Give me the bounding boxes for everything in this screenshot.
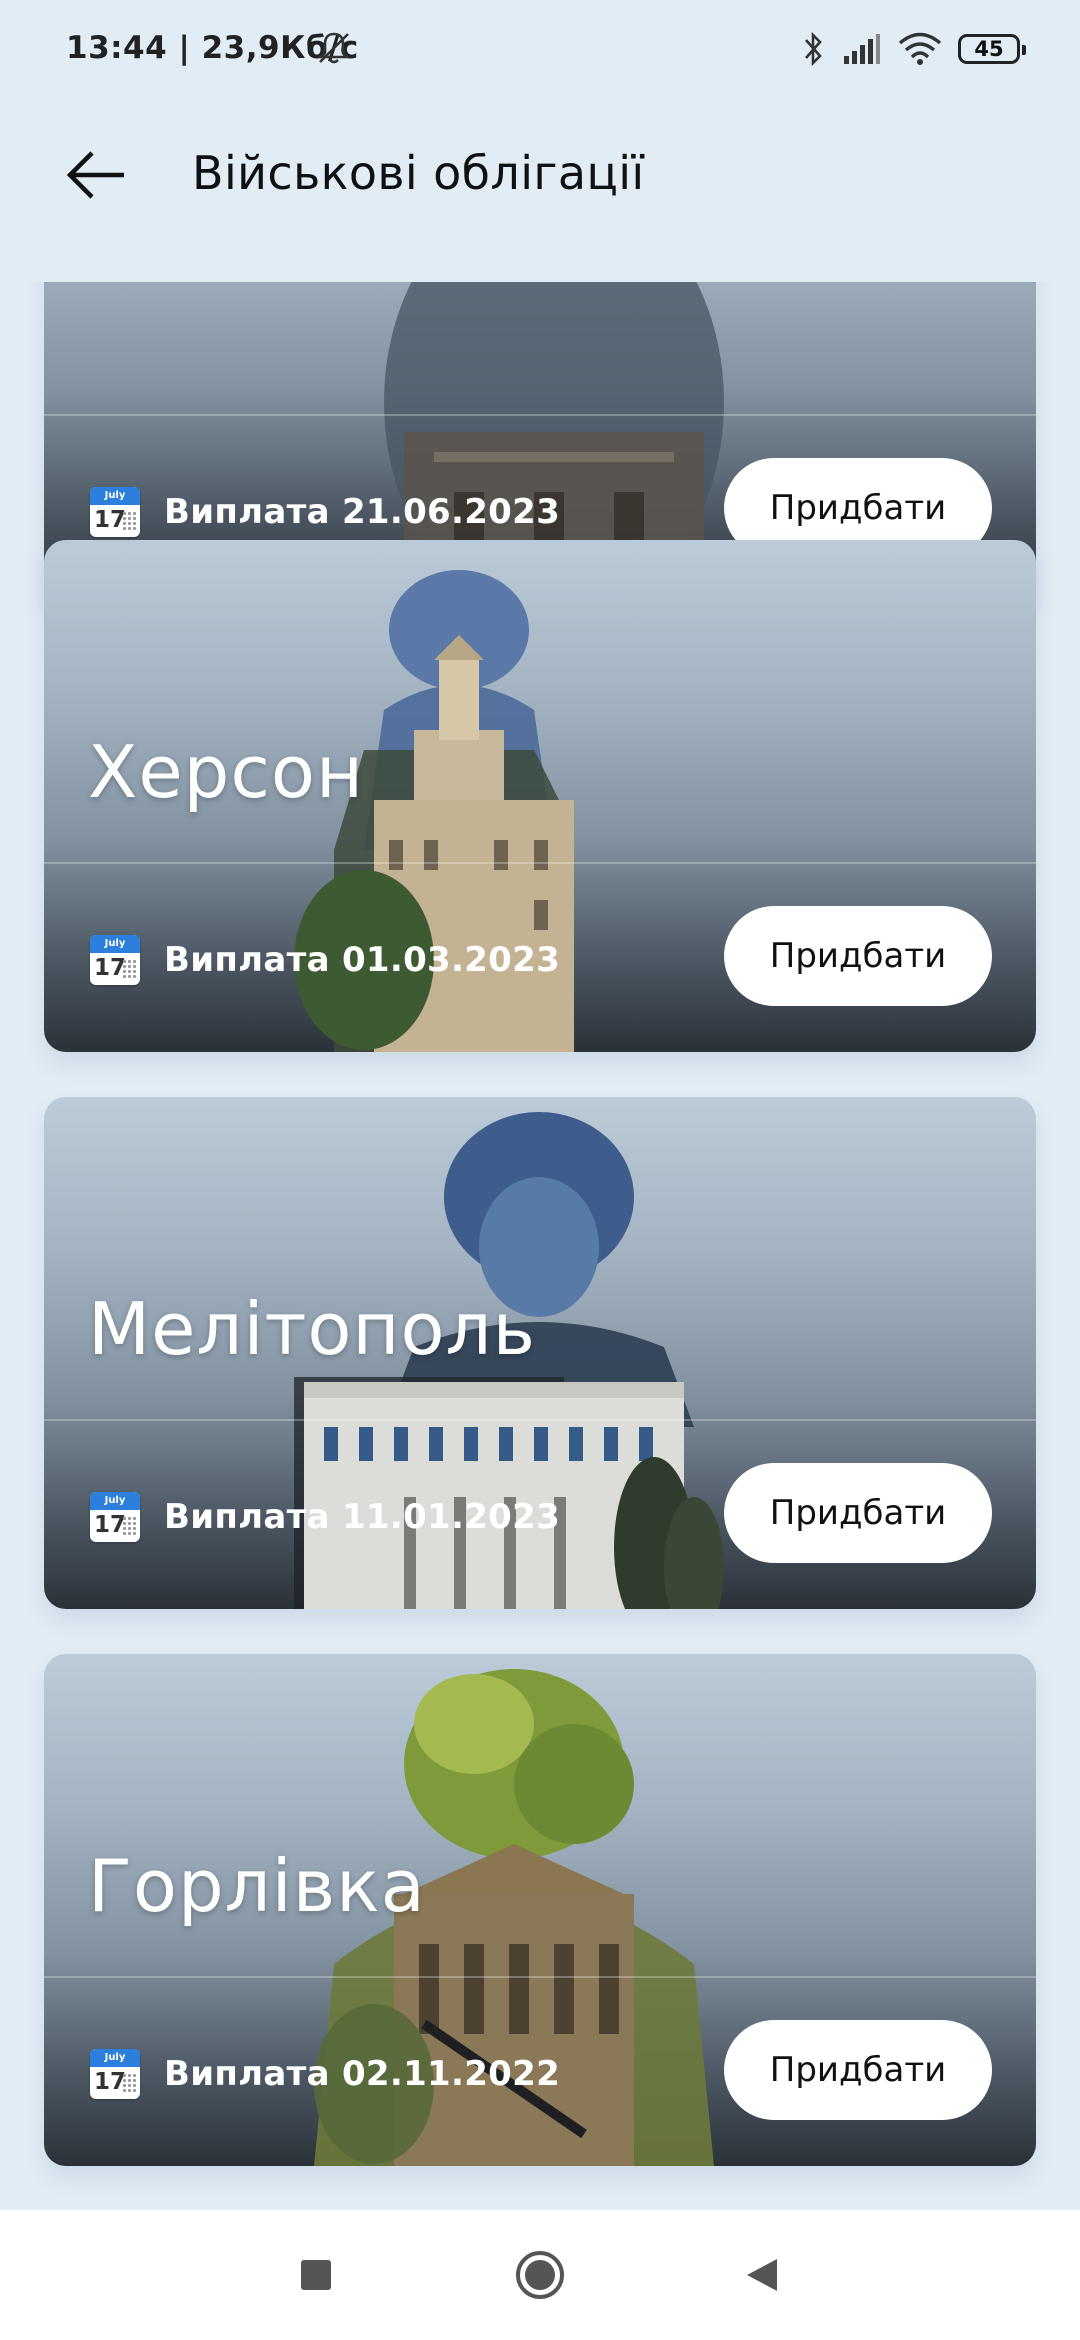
calendar-grid xyxy=(122,959,136,979)
home-button[interactable] xyxy=(500,2240,580,2310)
payout-date: Виплата 21.06.2023 xyxy=(164,492,561,532)
bell-off-icon xyxy=(317,32,351,64)
status-bar: 13:44 | 23,9Кб/с 45 xyxy=(0,0,1080,100)
bond-card-kherson[interactable]: Херсон July 17 Виплата 01.03.2023 Придба… xyxy=(44,540,1036,1052)
card-divider xyxy=(44,1419,1036,1421)
card-divider xyxy=(44,414,1036,416)
payout-date: Виплата 02.11.2022 xyxy=(164,2054,561,2094)
payout-row: July 17 Виплата 01.03.2023 xyxy=(90,930,560,990)
arrow-left-icon xyxy=(66,151,124,199)
bond-card-melitopol[interactable]: Мелітополь July 17 Виплата 11.01.2023 Пр… xyxy=(44,1097,1036,1609)
buy-button[interactable]: Придбати xyxy=(724,1463,992,1563)
battery-level: 45 xyxy=(974,37,1004,61)
payout-row: July 17 Виплата 11.01.2023 xyxy=(90,1487,560,1547)
payout-date: Виплата 11.01.2023 xyxy=(164,1497,561,1537)
payout-row: July 17 Виплата 21.06.2023 xyxy=(90,482,560,542)
bluetooth-icon xyxy=(805,31,822,67)
battery-icon: 45 xyxy=(958,34,1026,64)
home-icon xyxy=(516,2251,564,2299)
calendar-month: July xyxy=(90,1492,140,1510)
calendar-month: July xyxy=(90,487,140,505)
calendar-grid xyxy=(122,1516,136,1536)
bond-card-horlivka[interactable]: Горлівка July 17 Виплата 02.11.2022 Прид… xyxy=(44,1654,1036,2166)
back-button[interactable] xyxy=(56,140,136,210)
app-header: Військові облігації xyxy=(0,120,1080,230)
recent-apps-icon xyxy=(301,2260,331,2290)
city-name: Херсон xyxy=(88,730,365,814)
calendar-grid xyxy=(122,2073,136,2093)
signal-icon xyxy=(844,34,880,64)
calendar-grid xyxy=(122,511,136,531)
calendar-icon: July 17 xyxy=(90,1492,140,1542)
recent-apps-button[interactable] xyxy=(276,2240,356,2310)
page-title: Військові облігації xyxy=(192,146,645,200)
payout-row: July 17 Виплата 02.11.2022 xyxy=(90,2044,560,2104)
payout-date: Виплата 01.03.2023 xyxy=(164,940,561,980)
city-name: Горлівка xyxy=(88,1844,426,1928)
buy-button[interactable]: Придбати xyxy=(724,2020,992,2120)
system-back-button[interactable] xyxy=(722,2240,802,2310)
buy-button[interactable]: Придбати xyxy=(724,906,992,1006)
calendar-month: July xyxy=(90,2049,140,2067)
calendar-month: July xyxy=(90,935,140,953)
city-name: Мелітополь xyxy=(88,1287,537,1371)
back-triangle-icon xyxy=(747,2259,777,2291)
wifi-icon xyxy=(898,32,942,65)
card-divider xyxy=(44,862,1036,864)
calendar-icon: July 17 xyxy=(90,2049,140,2099)
calendar-icon: July 17 xyxy=(90,935,140,985)
bonds-list[interactable]: July 17 Виплата 21.06.2023 Придбати Херс… xyxy=(0,282,1080,2212)
calendar-icon: July 17 xyxy=(90,487,140,537)
system-nav-bar xyxy=(0,2210,1080,2340)
card-divider xyxy=(44,1976,1036,1978)
